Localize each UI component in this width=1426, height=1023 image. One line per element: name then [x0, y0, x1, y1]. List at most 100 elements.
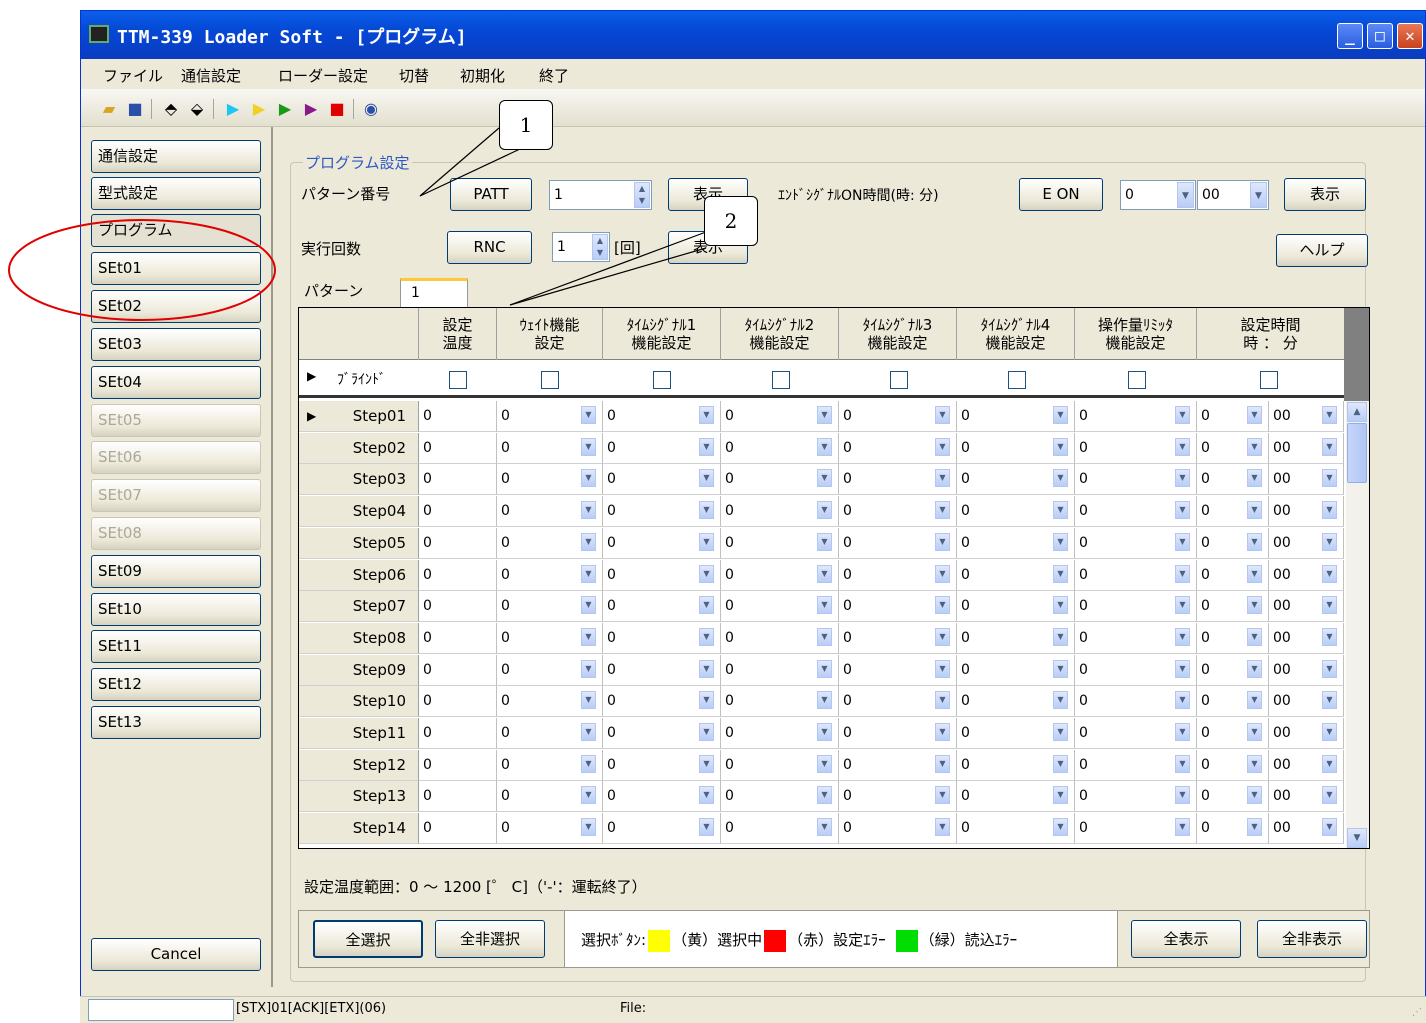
select-cell[interactable]: 0 ▼: [1075, 559, 1197, 591]
blind-checkbox-ts3[interactable]: [890, 371, 908, 389]
select-cell[interactable]: 0 ▼: [839, 654, 957, 686]
select-cell[interactable]: 0 ▼: [1075, 654, 1197, 686]
select-cell[interactable]: 0 ▼: [839, 591, 957, 623]
chevron-down-icon[interactable]: ▼: [1175, 818, 1190, 837]
select-cell[interactable]: 0 ▼: [721, 718, 839, 749]
chevron-down-icon[interactable]: ▼: [581, 532, 596, 551]
select-cell[interactable]: 0 ▼: [1075, 749, 1197, 781]
chevron-down-icon[interactable]: ▼: [817, 501, 832, 520]
play-green-icon[interactable]: ▶: [275, 99, 295, 119]
show-all-button[interactable]: 全表示: [1131, 920, 1241, 958]
select-cell[interactable]: 00 ▼: [1269, 591, 1344, 623]
chevron-down-icon[interactable]: ▼: [581, 406, 596, 424]
chevron-down-icon[interactable]: ▼: [935, 501, 950, 520]
blind-checkbox-ts1[interactable]: [653, 371, 671, 389]
temperature-cell[interactable]: 0: [419, 813, 497, 845]
chevron-down-icon[interactable]: ▼: [1250, 182, 1267, 208]
chevron-down-icon[interactable]: ▼: [699, 818, 714, 837]
select-cell[interactable]: 0 ▼: [1197, 401, 1269, 432]
blind-checkbox-temperature[interactable]: [449, 371, 467, 389]
select-cell[interactable]: 0 ▼: [1075, 527, 1197, 559]
vertical-scrollbar[interactable]: ▲ ▼: [1346, 401, 1369, 848]
blind-checkbox-ts2[interactable]: [772, 371, 790, 389]
row-header[interactable]: Step14: [299, 813, 419, 845]
select-cell[interactable]: 0 ▼: [1075, 622, 1197, 654]
chevron-down-icon[interactable]: ▼: [1247, 469, 1262, 488]
select-cell[interactable]: 0 ▼: [603, 464, 721, 496]
chevron-down-icon[interactable]: ▼: [1322, 659, 1337, 678]
stop-red-icon[interactable]: ■: [327, 99, 347, 119]
select-cell[interactable]: 0 ▼: [497, 622, 603, 654]
temperature-cell[interactable]: 0: [419, 527, 497, 559]
chevron-down-icon[interactable]: ▼: [1247, 596, 1262, 615]
select-cell[interactable]: 0 ▼: [721, 591, 839, 623]
temperature-cell[interactable]: 0: [419, 686, 497, 718]
select-all-button[interactable]: 全選択: [313, 920, 423, 958]
blind-checkbox-wait[interactable]: [541, 371, 559, 389]
chevron-down-icon[interactable]: ▼: [1053, 723, 1068, 741]
chevron-down-icon[interactable]: ▼: [1053, 627, 1068, 646]
select-cell[interactable]: 0 ▼: [839, 781, 957, 813]
select-cell[interactable]: 00 ▼: [1269, 781, 1344, 813]
chevron-down-icon[interactable]: ▼: [1247, 564, 1262, 583]
chevron-down-icon[interactable]: ▼: [699, 627, 714, 646]
chevron-down-icon[interactable]: ▼: [1175, 659, 1190, 678]
select-cell[interactable]: 0 ▼: [1075, 496, 1197, 528]
chevron-down-icon[interactable]: ▼: [699, 437, 714, 456]
select-cell[interactable]: 00 ▼: [1269, 654, 1344, 686]
row-header[interactable]: ▶ Step01: [299, 401, 419, 432]
chevron-down-icon[interactable]: ▼: [1177, 182, 1194, 208]
chevron-down-icon[interactable]: ▼: [1322, 754, 1337, 773]
select-cell[interactable]: 0 ▼: [603, 622, 721, 654]
select-cell[interactable]: 0 ▼: [1075, 464, 1197, 496]
chevron-down-icon[interactable]: ▼: [935, 406, 950, 424]
help-icon[interactable]: ◉: [361, 99, 381, 119]
spinner-icon[interactable]: ▲ ▼: [634, 182, 650, 208]
chevron-down-icon[interactable]: ▼: [935, 596, 950, 615]
select-cell[interactable]: 0 ▼: [721, 654, 839, 686]
play-cyan-icon[interactable]: ▶: [223, 99, 243, 119]
select-cell[interactable]: 0 ▼: [957, 622, 1075, 654]
chevron-down-icon[interactable]: ▼: [1175, 691, 1190, 710]
sidebar-item-comm-settings[interactable]: 通信設定: [91, 140, 261, 173]
chevron-down-icon[interactable]: ▼: [581, 564, 596, 583]
select-cell[interactable]: 0 ▼: [603, 559, 721, 591]
select-cell[interactable]: 00 ▼: [1269, 686, 1344, 718]
row-header[interactable]: Step09: [299, 654, 419, 686]
select-cell[interactable]: 0 ▼: [497, 464, 603, 496]
download-icon[interactable]: ⬙: [187, 99, 207, 119]
chevron-down-icon[interactable]: ▼: [581, 723, 596, 741]
select-cell[interactable]: 0 ▼: [957, 813, 1075, 845]
select-cell[interactable]: 0 ▼: [1075, 781, 1197, 813]
chevron-down-icon[interactable]: ▼: [1247, 659, 1262, 678]
chevron-down-icon[interactable]: ▼: [1053, 818, 1068, 837]
title-bar[interactable]: TTM-339 Loader Soft - [プログラム] _ □ ✕: [81, 11, 1425, 59]
select-cell[interactable]: 0 ▼: [957, 749, 1075, 781]
spinner-icon[interactable]: ▲ ▼: [592, 234, 608, 260]
chevron-down-icon[interactable]: ▼: [1053, 469, 1068, 488]
rnc-button[interactable]: RNC: [447, 231, 532, 264]
blind-checkbox-set-time[interactable]: [1260, 371, 1278, 389]
chevron-down-icon[interactable]: ▼: [699, 723, 714, 741]
hide-all-button[interactable]: 全非表示: [1257, 920, 1367, 958]
chevron-down-icon[interactable]: ▼: [935, 723, 950, 741]
select-cell[interactable]: 0 ▼: [839, 813, 957, 845]
chevron-down-icon[interactable]: ▼: [1247, 437, 1262, 456]
chevron-down-icon[interactable]: ▼: [1175, 532, 1190, 551]
menu-comm-settings[interactable]: 通信設定: [181, 65, 241, 86]
select-cell[interactable]: 0 ▼: [839, 718, 957, 749]
chevron-down-icon[interactable]: ▼: [1247, 532, 1262, 551]
select-cell[interactable]: 0 ▼: [721, 686, 839, 718]
minimize-button[interactable]: _: [1337, 23, 1363, 49]
select-cell[interactable]: 00 ▼: [1269, 527, 1344, 559]
select-cell[interactable]: 0 ▼: [839, 749, 957, 781]
chevron-down-icon[interactable]: ▼: [1322, 596, 1337, 615]
chevron-down-icon[interactable]: ▼: [699, 532, 714, 551]
chevron-down-icon[interactable]: ▼: [1322, 818, 1337, 837]
pattern-number-input[interactable]: 1 ▲ ▼: [549, 180, 652, 210]
row-header[interactable]: Step06: [299, 559, 419, 591]
upload-icon[interactable]: ⬘: [161, 99, 181, 119]
chevron-down-icon[interactable]: ▼: [1175, 754, 1190, 773]
select-cell[interactable]: 0 ▼: [721, 749, 839, 781]
select-cell[interactable]: 0 ▼: [721, 781, 839, 813]
